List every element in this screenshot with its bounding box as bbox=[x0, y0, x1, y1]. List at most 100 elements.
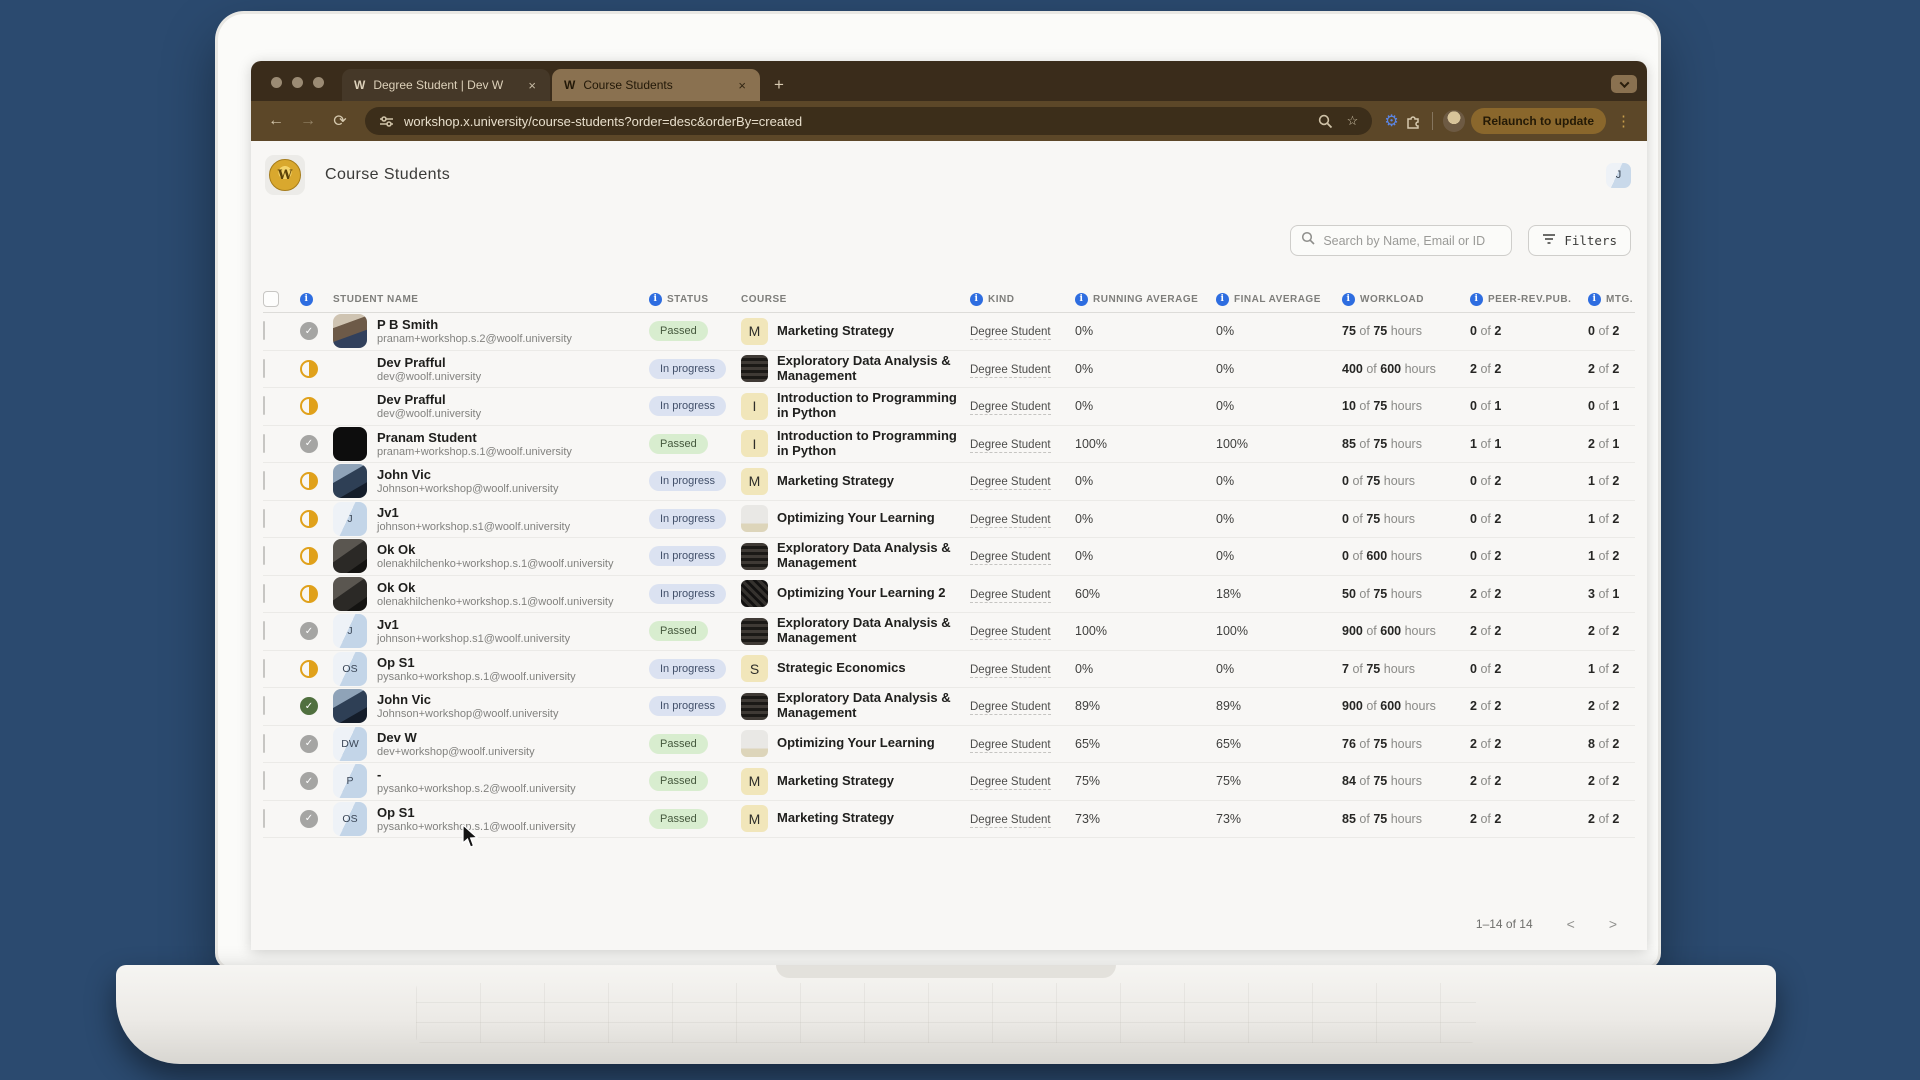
status-badge: In progress bbox=[649, 471, 726, 491]
row-checkbox[interactable] bbox=[263, 621, 265, 640]
pagination-prev-icon[interactable]: < bbox=[1567, 916, 1575, 932]
unit-of2: of bbox=[1480, 699, 1490, 713]
peer-total: 2 bbox=[1494, 324, 1501, 338]
tab-degree-student[interactable]: W Degree Student | Dev W × bbox=[342, 69, 550, 101]
extensions-puzzle-icon[interactable] bbox=[1405, 113, 1422, 130]
final-average-value: 65% bbox=[1216, 737, 1342, 751]
final-average-value: 0% bbox=[1216, 324, 1342, 338]
student-name: - bbox=[377, 767, 576, 782]
relaunch-to-update-button[interactable]: Relaunch to update bbox=[1471, 108, 1606, 134]
pagination-next-icon[interactable]: > bbox=[1609, 916, 1617, 932]
back-button[interactable]: ← bbox=[263, 108, 289, 134]
profile-avatar[interactable] bbox=[1443, 110, 1465, 132]
mtg-value: 0 of 2 bbox=[1588, 324, 1635, 338]
row-checkbox[interactable] bbox=[263, 471, 265, 490]
info-icon[interactable]: i bbox=[1216, 293, 1229, 306]
row-checkbox[interactable] bbox=[263, 659, 265, 678]
peer-done: 2 bbox=[1470, 812, 1477, 826]
new-tab-button[interactable]: + bbox=[760, 75, 798, 101]
row-checkbox[interactable] bbox=[263, 584, 265, 603]
workload-value: 85 of 75 hours bbox=[1342, 812, 1470, 826]
mtg-total: 2 bbox=[1612, 737, 1619, 751]
row-checkbox[interactable] bbox=[263, 321, 265, 340]
select-all-checkbox[interactable] bbox=[263, 291, 279, 307]
peer-total: 2 bbox=[1494, 662, 1501, 676]
unit-of: of bbox=[1359, 437, 1369, 451]
running-average-value: 100% bbox=[1075, 624, 1216, 638]
tab-close-icon[interactable]: × bbox=[736, 78, 748, 93]
column-header-kind: KIND bbox=[988, 294, 1014, 305]
window-controls[interactable] bbox=[251, 77, 342, 101]
course-name: Exploratory Data Analysis & Management bbox=[777, 691, 962, 721]
row-checkbox[interactable] bbox=[263, 809, 265, 828]
running-average-value: 65% bbox=[1075, 737, 1216, 751]
browser-menu-icon[interactable]: ⋮ bbox=[1612, 112, 1635, 130]
row-checkbox[interactable] bbox=[263, 434, 265, 453]
student-name: Ok Ok bbox=[377, 580, 613, 595]
pagination: 1–14 of 14 < > bbox=[1476, 916, 1617, 932]
status-badge: Passed bbox=[649, 771, 708, 791]
info-icon[interactable]: i bbox=[649, 293, 662, 306]
row-checkbox[interactable] bbox=[263, 546, 265, 565]
workload-value: 0 of 75 hours bbox=[1342, 512, 1470, 526]
tab-close-icon[interactable]: × bbox=[526, 78, 538, 93]
row-checkbox[interactable] bbox=[263, 771, 265, 790]
row-checkbox[interactable] bbox=[263, 734, 265, 753]
user-avatar-button[interactable]: J bbox=[1606, 163, 1631, 188]
info-icon[interactable]: i bbox=[1470, 293, 1483, 306]
bookmark-star-icon[interactable]: ☆ bbox=[1347, 113, 1359, 129]
student-name: John Vic bbox=[377, 467, 558, 482]
peer-done: 2 bbox=[1470, 699, 1477, 713]
workload-total: 600 bbox=[1380, 362, 1401, 376]
extension-gear-icon[interactable]: ⚙ bbox=[1384, 111, 1398, 131]
peer-total: 2 bbox=[1494, 774, 1501, 788]
student-email: pysanko+workshop.s.2@woolf.university bbox=[377, 783, 576, 795]
unit-of2: of bbox=[1480, 587, 1490, 601]
status-badge: Passed bbox=[649, 621, 708, 641]
info-icon[interactable]: i bbox=[1588, 293, 1601, 306]
peer-done: 0 bbox=[1470, 324, 1477, 338]
info-icon[interactable]: i bbox=[970, 293, 983, 306]
row-checkbox[interactable] bbox=[263, 509, 265, 528]
mtg-value: 1 of 2 bbox=[1588, 474, 1635, 488]
peer-done: 2 bbox=[1470, 774, 1477, 788]
workload-total: 75 bbox=[1373, 737, 1387, 751]
table-row: ✓ Pranam Student pranam+workshop.s.1@woo… bbox=[263, 426, 1635, 464]
window-zoom-button[interactable] bbox=[313, 77, 324, 88]
peer-rev-value: 0 of 2 bbox=[1470, 549, 1588, 563]
peer-rev-value: 2 of 2 bbox=[1470, 362, 1588, 376]
info-icon[interactable]: i bbox=[1342, 293, 1355, 306]
info-icon[interactable]: i bbox=[300, 293, 313, 306]
peer-rev-value: 0 of 1 bbox=[1470, 399, 1588, 413]
info-icon[interactable]: i bbox=[1075, 293, 1088, 306]
tab-course-students[interactable]: W Course Students × bbox=[552, 69, 760, 101]
student-avatar: J bbox=[333, 502, 367, 536]
search-icon bbox=[1301, 231, 1315, 250]
row-checkbox[interactable] bbox=[263, 396, 265, 415]
window-minimize-button[interactable] bbox=[292, 77, 303, 88]
unit-of3: of bbox=[1598, 549, 1608, 563]
kind-value: Degree Student bbox=[970, 439, 1051, 453]
search-box[interactable] bbox=[1290, 225, 1512, 256]
window-close-button[interactable] bbox=[271, 77, 282, 88]
address-bar[interactable]: workshop.x.university/course-students?or… bbox=[365, 107, 1372, 135]
tab-search-chevron-button[interactable] bbox=[1611, 75, 1637, 93]
mtg-done: 1 bbox=[1588, 474, 1595, 488]
search-input[interactable] bbox=[1323, 234, 1501, 248]
unit-of2: of bbox=[1480, 512, 1490, 526]
workload-value: 0 of 600 hours bbox=[1342, 549, 1470, 563]
course-name: Optimizing Your Learning 2 bbox=[777, 586, 946, 601]
peer-rev-value: 0 of 2 bbox=[1470, 324, 1588, 338]
tab-bar: W Degree Student | Dev W × W Course Stud… bbox=[251, 61, 1647, 101]
forward-button[interactable]: → bbox=[295, 108, 321, 134]
zoom-icon[interactable] bbox=[1318, 113, 1333, 129]
student-avatar: DW bbox=[333, 727, 367, 761]
app-logo[interactable]: W bbox=[265, 155, 305, 195]
reload-button[interactable]: ⟳ bbox=[327, 108, 353, 134]
mtg-done: 2 bbox=[1588, 699, 1595, 713]
row-checkbox[interactable] bbox=[263, 359, 265, 378]
completion-status-icon: ✓ bbox=[300, 322, 318, 340]
site-settings-icon[interactable] bbox=[379, 114, 394, 129]
filters-button[interactable]: Filters bbox=[1528, 225, 1631, 256]
row-checkbox[interactable] bbox=[263, 696, 265, 715]
